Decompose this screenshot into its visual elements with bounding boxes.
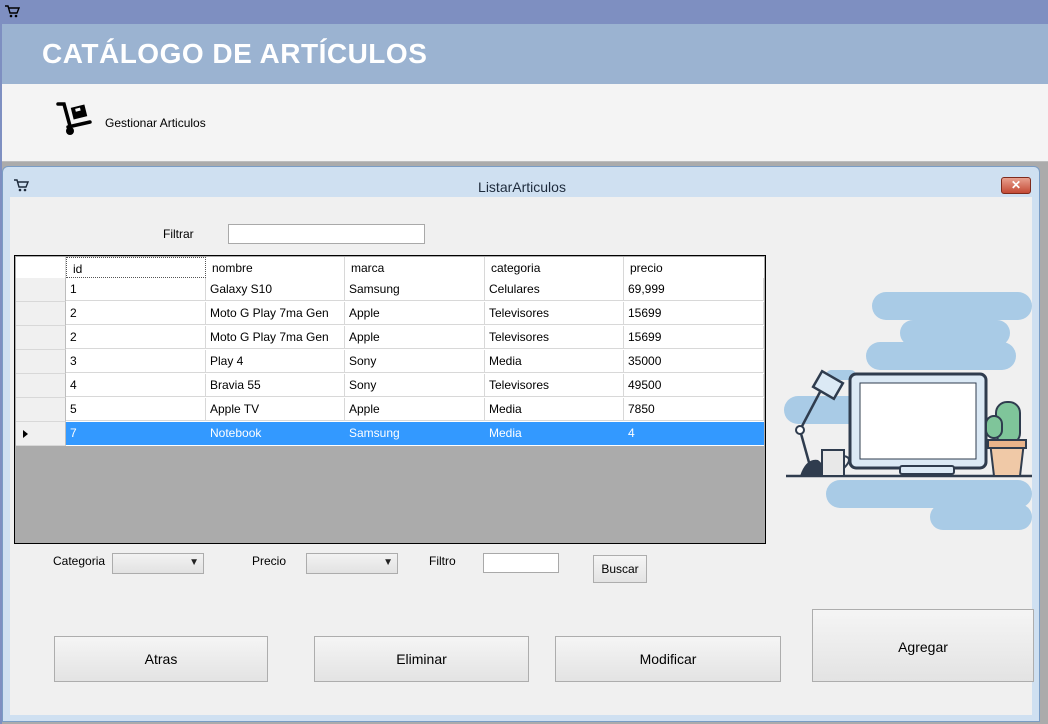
table-cell-marca[interactable]: Sony — [345, 374, 485, 397]
column-header-marca[interactable]: marca — [345, 257, 485, 278]
table-cell-precio[interactable]: 15699 — [624, 302, 764, 325]
close-button[interactable]: ✕ — [1001, 177, 1031, 194]
table-row[interactable]: 4 Bravia 55 Sony Televisores 49500 — [66, 374, 764, 398]
eliminar-button[interactable]: Eliminar — [314, 636, 529, 682]
grid-header-row: id nombre marca categoria precio — [16, 257, 764, 279]
main-title-bar[interactable] — [0, 0, 1048, 24]
table-cell-nombre[interactable]: Moto G Play 7ma Gen — [206, 302, 345, 325]
table-row[interactable]: 2 Moto G Play 7ma Gen Apple Televisores 1569… — [66, 302, 764, 326]
table-cell-categoria[interactable]: Media — [485, 422, 624, 445]
table-cell-id[interactable]: 2 — [66, 302, 206, 325]
modificar-button[interactable]: Modificar — [555, 636, 781, 682]
column-header-id[interactable]: id — [66, 257, 206, 278]
app-title: CATÁLOGO DE ARTÍCULOS — [42, 38, 428, 69]
table-cell-categoria[interactable]: Televisores — [485, 326, 624, 349]
table-cell-categoria[interactable]: Televisores — [485, 374, 624, 397]
table-cell-precio[interactable]: 49500 — [624, 374, 764, 397]
row-header[interactable] — [16, 422, 66, 446]
table-cell-nombre[interactable]: Play 4 — [206, 350, 345, 373]
row-header[interactable] — [16, 278, 66, 302]
filter-input[interactable] — [228, 224, 425, 244]
row-header[interactable] — [16, 302, 66, 326]
table-cell-id[interactable]: 1 — [66, 278, 206, 301]
table-cell-categoria[interactable]: Media — [485, 350, 624, 373]
laptop-desk-illustration — [780, 290, 1036, 534]
table-cell-id[interactable]: 5 — [66, 398, 206, 421]
grid-corner-cell[interactable] — [16, 257, 66, 278]
filtro-label: Filtro — [429, 554, 456, 568]
table-cell-id[interactable]: 4 — [66, 374, 206, 397]
table-cell-nombre[interactable]: Apple TV — [206, 398, 345, 421]
column-header-nombre[interactable]: nombre — [206, 257, 345, 278]
precio-select[interactable]: ▼ — [306, 553, 398, 574]
table-cell-nombre[interactable]: Galaxy S10 — [206, 278, 345, 301]
atras-button[interactable]: Atras — [54, 636, 268, 682]
table-cell-categoria[interactable]: Media — [485, 398, 624, 421]
buscar-button[interactable]: Buscar — [593, 555, 647, 583]
table-row[interactable]: 2 Moto G Play 7ma Gen Apple Televisores 1569… — [66, 326, 764, 350]
table-cell-categoria[interactable]: Celulares — [485, 278, 624, 301]
categoria-select[interactable]: ▼ — [112, 553, 204, 574]
window-title: ListarArticulos — [478, 179, 566, 195]
current-row-arrow-icon — [23, 430, 28, 438]
table-cell-precio[interactable]: 35000 — [624, 350, 764, 373]
table-cell-nombre[interactable]: Notebook — [206, 422, 345, 445]
table-cell-precio[interactable]: 69,999 — [624, 278, 764, 301]
menu-item-label: Gestionar Articulos — [105, 116, 206, 130]
table-cell-marca[interactable]: Sony — [345, 350, 485, 373]
table-row[interactable]: 7 Notebook Samsung Media 4 — [66, 422, 764, 446]
table-cell-marca[interactable]: Samsung — [345, 422, 485, 445]
table-cell-id[interactable]: 2 — [66, 326, 206, 349]
chevron-down-icon: ▼ — [189, 557, 199, 568]
hand-truck-icon — [54, 100, 94, 141]
column-header-categoria[interactable]: categoria — [485, 257, 624, 278]
agregar-button[interactable]: Agregar — [812, 609, 1034, 682]
table-cell-marca[interactable]: Samsung — [345, 278, 485, 301]
categoria-label: Categoria — [53, 554, 106, 568]
table-row[interactable]: 1 Galaxy S10 Samsung Celulares 69,999 — [66, 278, 764, 302]
table-cell-marca[interactable]: Apple — [345, 326, 485, 349]
menu-bar: Gestionar Articulos — [2, 84, 1048, 162]
chevron-down-icon: ▼ — [383, 557, 393, 568]
filter-label: Filtrar — [163, 227, 194, 241]
table-row[interactable]: 5 Apple TV Apple Media 7850 — [66, 398, 764, 422]
row-header[interactable] — [16, 374, 66, 398]
precio-label: Precio — [252, 554, 287, 568]
table-cell-precio[interactable]: 4 — [624, 422, 764, 445]
table-cell-id[interactable]: 3 — [66, 350, 206, 373]
close-icon: ✕ — [1010, 178, 1022, 192]
menu-item-gestionar-articulos[interactable]: Gestionar Articulos — [54, 100, 214, 140]
table-cell-nombre[interactable]: Bravia 55 — [206, 374, 345, 397]
table-cell-categoria[interactable]: Televisores — [485, 302, 624, 325]
table-cell-precio[interactable]: 15699 — [624, 326, 764, 349]
row-header[interactable] — [16, 350, 66, 374]
row-header[interactable] — [16, 326, 66, 350]
table-cell-id[interactable]: 7 — [66, 422, 206, 445]
articles-grid[interactable]: id nombre marca categoria precio 1 Galaxy… — [14, 255, 766, 544]
filtro-input[interactable] — [483, 553, 559, 573]
table-cell-precio[interactable]: 7850 — [624, 398, 764, 421]
table-cell-nombre[interactable]: Moto G Play 7ma Gen — [206, 326, 345, 349]
cart-icon — [4, 4, 21, 21]
table-row[interactable]: 3 Play 4 Sony Media 35000 — [66, 350, 764, 374]
row-header[interactable] — [16, 398, 66, 422]
table-cell-marca[interactable]: Apple — [345, 302, 485, 325]
column-header-precio[interactable]: precio — [624, 257, 764, 278]
table-cell-marca[interactable]: Apple — [345, 398, 485, 421]
